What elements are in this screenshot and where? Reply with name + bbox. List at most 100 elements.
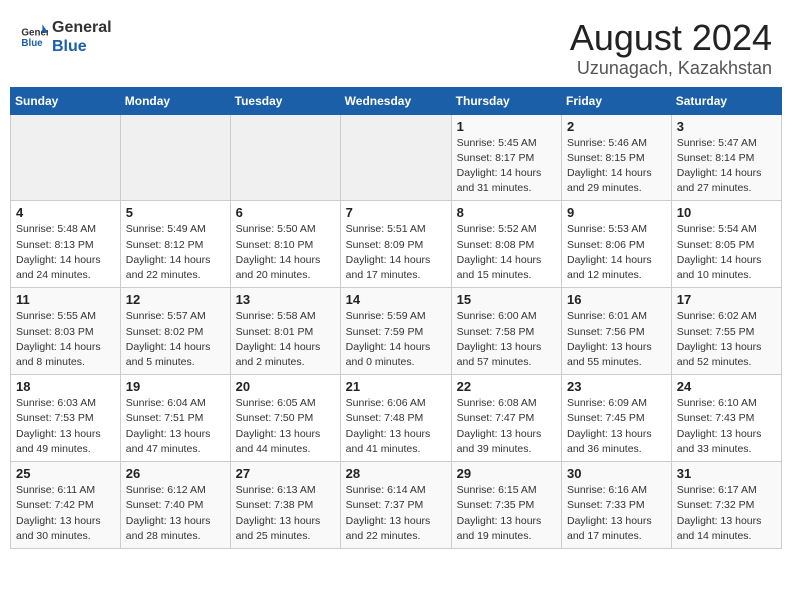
weekday-header-saturday: Saturday	[671, 87, 781, 114]
day-number: 14	[346, 292, 446, 307]
calendar-cell: 20 Sunrise: 6:05 AMSunset: 7:50 PMDayligh…	[230, 375, 340, 462]
calendar-cell: 2Sunrise: 5:46 AMSunset: 8:15 PMDaylight…	[562, 114, 672, 201]
day-number: 7	[346, 205, 446, 220]
logo-icon: General Blue	[20, 23, 48, 51]
day-number: 16	[567, 292, 666, 307]
day-number: 12	[126, 292, 225, 307]
day-info: Sunrise: 6:11 AMSunset: 7:42 PMDaylight:…	[16, 483, 115, 544]
calendar-cell: 4 Sunrise: 5:48 AMSunset: 8:13 PMDaylight…	[11, 201, 121, 288]
day-info: Sunrise: 5:45 AMSunset: 8:17 PMDaylight:…	[457, 136, 556, 197]
logo: General Blue General Blue	[20, 18, 112, 56]
day-info: Sunrise: 6:13 AMSunset: 7:38 PMDaylight:…	[236, 483, 335, 544]
calendar-cell: 15 Sunrise: 6:00 AMSunset: 7:58 PMDayligh…	[451, 288, 561, 375]
day-number: 13	[236, 292, 335, 307]
day-info: Sunrise: 6:08 AMSunset: 7:47 PMDaylight:…	[457, 396, 556, 457]
day-info: Sunrise: 5:54 AMSunset: 8:05 PMDaylight:…	[677, 222, 776, 283]
day-number: 29	[457, 466, 556, 481]
calendar-cell: 7 Sunrise: 5:51 AMSunset: 8:09 PMDaylight…	[340, 201, 451, 288]
day-info: Sunrise: 5:51 AMSunset: 8:09 PMDaylight:…	[346, 222, 446, 283]
calendar-cell: 12 Sunrise: 5:57 AMSunset: 8:02 PMDayligh…	[120, 288, 230, 375]
day-number: 19	[126, 379, 225, 394]
day-number: 8	[457, 205, 556, 220]
day-number: 31	[677, 466, 776, 481]
day-info: Sunrise: 5:52 AMSunset: 8:08 PMDaylight:…	[457, 222, 556, 283]
calendar-cell: 1 Sunrise: 5:45 AMSunset: 8:17 PMDaylight…	[451, 114, 561, 201]
day-info: Sunrise: 5:53 AMSunset: 8:06 PMDaylight:…	[567, 222, 666, 283]
day-number: 10	[677, 205, 776, 220]
calendar-cell: 27Sunrise: 6:13 AMSunset: 7:38 PMDayligh…	[230, 462, 340, 549]
day-number: 21	[346, 379, 446, 394]
calendar-cell: 21Sunrise: 6:06 AMSunset: 7:48 PMDayligh…	[340, 375, 451, 462]
calendar-cell: 9 Sunrise: 5:53 AMSunset: 8:06 PMDaylight…	[562, 201, 672, 288]
day-number: 3	[677, 119, 776, 134]
day-info: Sunrise: 6:16 AMSunset: 7:33 PMDaylight:…	[567, 483, 666, 544]
day-info: Sunrise: 5:59 AMSunset: 7:59 PMDaylight:…	[346, 309, 446, 370]
calendar-cell: 5 Sunrise: 5:49 AMSunset: 8:12 PMDaylight…	[120, 201, 230, 288]
calendar-subtitle: Uzunagach, Kazakhstan	[570, 58, 772, 79]
calendar-cell: 16 Sunrise: 6:01 AMSunset: 7:56 PMDayligh…	[562, 288, 672, 375]
day-info: Sunrise: 6:14 AMSunset: 7:37 PMDaylight:…	[346, 483, 446, 544]
day-info: Sunrise: 6:10 AMSunset: 7:43 PMDaylight:…	[677, 396, 776, 457]
day-number: 18	[16, 379, 115, 394]
calendar-cell: 26 Sunrise: 6:12 AMSunset: 7:40 PMDayligh…	[120, 462, 230, 549]
calendar-cell: 3 Sunrise: 5:47 AMSunset: 8:14 PMDaylight…	[671, 114, 781, 201]
day-info: Sunrise: 5:55 AMSunset: 8:03 PMDaylight:…	[16, 309, 115, 370]
day-info: Sunrise: 6:01 AMSunset: 7:56 PMDaylight:…	[567, 309, 666, 370]
day-info: Sunrise: 6:03 AMSunset: 7:53 PMDaylight:…	[16, 396, 115, 457]
day-number: 1	[457, 119, 556, 134]
day-info: Sunrise: 6:00 AMSunset: 7:58 PMDaylight:…	[457, 309, 556, 370]
day-number: 9	[567, 205, 666, 220]
day-info: Sunrise: 6:15 AMSunset: 7:35 PMDaylight:…	[457, 483, 556, 544]
calendar-cell: 22Sunrise: 6:08 AMSunset: 7:47 PMDayligh…	[451, 375, 561, 462]
svg-text:Blue: Blue	[21, 38, 43, 49]
day-number: 26	[126, 466, 225, 481]
day-number: 15	[457, 292, 556, 307]
day-number: 6	[236, 205, 335, 220]
calendar-title: August 2024	[570, 18, 772, 58]
calendar-cell: 24 Sunrise: 6:10 AMSunset: 7:43 PMDayligh…	[671, 375, 781, 462]
day-number: 23	[567, 379, 666, 394]
calendar-cell: 29 Sunrise: 6:15 AMSunset: 7:35 PMDayligh…	[451, 462, 561, 549]
calendar-cell: 19Sunrise: 6:04 AMSunset: 7:51 PMDayligh…	[120, 375, 230, 462]
day-info: Sunrise: 6:09 AMSunset: 7:45 PMDaylight:…	[567, 396, 666, 457]
weekday-header-thursday: Thursday	[451, 87, 561, 114]
day-info: Sunrise: 5:48 AMSunset: 8:13 PMDaylight:…	[16, 222, 115, 283]
day-number: 20	[236, 379, 335, 394]
day-info: Sunrise: 6:05 AMSunset: 7:50 PMDaylight:…	[236, 396, 335, 457]
day-info: Sunrise: 5:46 AMSunset: 8:15 PMDaylight:…	[567, 136, 666, 197]
day-number: 4	[16, 205, 115, 220]
calendar-cell: 17Sunrise: 6:02 AMSunset: 7:55 PMDayligh…	[671, 288, 781, 375]
calendar-cell: 31 Sunrise: 6:17 AMSunset: 7:32 PMDayligh…	[671, 462, 781, 549]
calendar-cell: 10 Sunrise: 5:54 AMSunset: 8:05 PMDayligh…	[671, 201, 781, 288]
calendar-cell: 13Sunrise: 5:58 AMSunset: 8:01 PMDayligh…	[230, 288, 340, 375]
calendar-cell: 6 Sunrise: 5:50 AMSunset: 8:10 PMDaylight…	[230, 201, 340, 288]
day-info: Sunrise: 5:50 AMSunset: 8:10 PMDaylight:…	[236, 222, 335, 283]
calendar-cell	[230, 114, 340, 201]
weekday-header-monday: Monday	[120, 87, 230, 114]
weekday-header-wednesday: Wednesday	[340, 87, 451, 114]
day-number: 11	[16, 292, 115, 307]
logo-general-text: General	[52, 18, 112, 37]
day-info: Sunrise: 6:17 AMSunset: 7:32 PMDaylight:…	[677, 483, 776, 544]
calendar-cell: 11 Sunrise: 5:55 AMSunset: 8:03 PMDayligh…	[11, 288, 121, 375]
calendar-cell	[120, 114, 230, 201]
day-number: 24	[677, 379, 776, 394]
calendar-cell: 8 Sunrise: 5:52 AMSunset: 8:08 PMDaylight…	[451, 201, 561, 288]
day-info: Sunrise: 6:12 AMSunset: 7:40 PMDaylight:…	[126, 483, 225, 544]
calendar-header: SundayMondayTuesdayWednesdayThursdayFrid…	[11, 87, 782, 114]
title-block: August 2024 Uzunagach, Kazakhstan	[570, 18, 772, 79]
day-info: Sunrise: 5:57 AMSunset: 8:02 PMDaylight:…	[126, 309, 225, 370]
day-info: Sunrise: 5:47 AMSunset: 8:14 PMDaylight:…	[677, 136, 776, 197]
calendar-cell	[11, 114, 121, 201]
logo-blue-text: Blue	[52, 37, 112, 56]
day-number: 5	[126, 205, 225, 220]
calendar-cell: 30 Sunrise: 6:16 AMSunset: 7:33 PMDayligh…	[562, 462, 672, 549]
calendar-cell: 28Sunrise: 6:14 AMSunset: 7:37 PMDayligh…	[340, 462, 451, 549]
calendar-cell: 25 Sunrise: 6:11 AMSunset: 7:42 PMDayligh…	[11, 462, 121, 549]
day-info: Sunrise: 5:49 AMSunset: 8:12 PMDaylight:…	[126, 222, 225, 283]
calendar-cell: 23 Sunrise: 6:09 AMSunset: 7:45 PMDayligh…	[562, 375, 672, 462]
day-number: 25	[16, 466, 115, 481]
day-number: 30	[567, 466, 666, 481]
weekday-header-friday: Friday	[562, 87, 672, 114]
calendar-cell	[340, 114, 451, 201]
